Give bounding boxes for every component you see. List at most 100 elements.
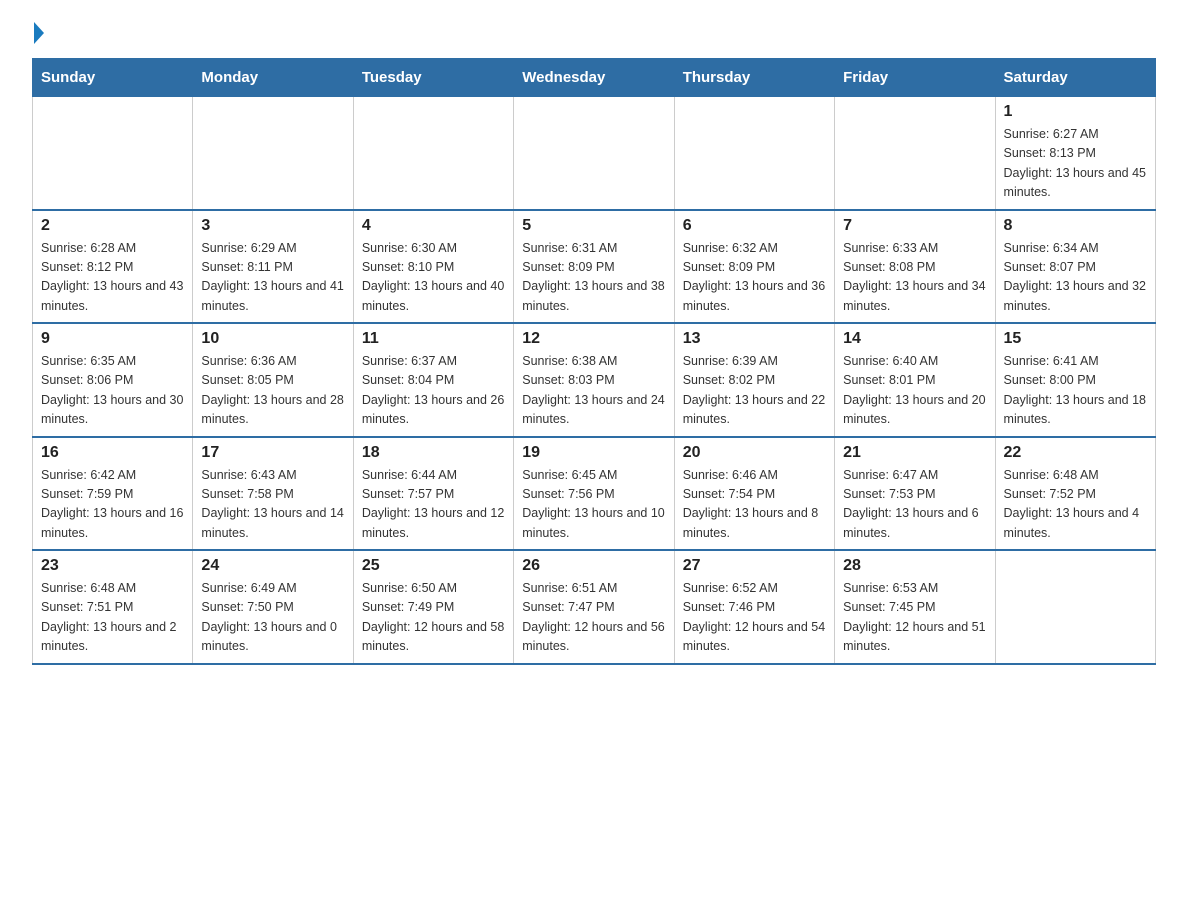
day-number: 2 bbox=[41, 217, 184, 235]
day-number: 22 bbox=[1004, 444, 1147, 462]
page-header bbox=[32, 24, 1156, 46]
day-number: 16 bbox=[41, 444, 184, 462]
day-info: Sunrise: 6:29 AMSunset: 8:11 PMDaylight:… bbox=[201, 239, 344, 317]
calendar-week-4: 16 Sunrise: 6:42 AMSunset: 7:59 PMDayligh… bbox=[33, 437, 1156, 551]
day-info: Sunrise: 6:34 AMSunset: 8:07 PMDaylight:… bbox=[1004, 239, 1147, 317]
calendar-cell: 19 Sunrise: 6:45 AMSunset: 7:56 PMDayligh… bbox=[514, 437, 674, 551]
day-info: Sunrise: 6:35 AMSunset: 8:06 PMDaylight:… bbox=[41, 352, 184, 430]
day-number: 14 bbox=[843, 330, 986, 348]
day-number: 13 bbox=[683, 330, 826, 348]
day-header-thursday: Thursday bbox=[674, 59, 834, 97]
logo bbox=[32, 24, 44, 46]
day-header-wednesday: Wednesday bbox=[514, 59, 674, 97]
day-number: 19 bbox=[522, 444, 665, 462]
day-number: 10 bbox=[201, 330, 344, 348]
day-number: 23 bbox=[41, 557, 184, 575]
calendar-cell: 15 Sunrise: 6:41 AMSunset: 8:00 PMDayligh… bbox=[995, 323, 1155, 437]
day-header-friday: Friday bbox=[835, 59, 995, 97]
calendar-cell: 22 Sunrise: 6:48 AMSunset: 7:52 PMDayligh… bbox=[995, 437, 1155, 551]
day-number: 9 bbox=[41, 330, 184, 348]
logo-arrow-icon bbox=[34, 22, 44, 44]
calendar-week-3: 9 Sunrise: 6:35 AMSunset: 8:06 PMDaylight… bbox=[33, 323, 1156, 437]
day-info: Sunrise: 6:33 AMSunset: 8:08 PMDaylight:… bbox=[843, 239, 986, 317]
calendar-table: SundayMondayTuesdayWednesdayThursdayFrid… bbox=[32, 58, 1156, 665]
day-info: Sunrise: 6:51 AMSunset: 7:47 PMDaylight:… bbox=[522, 579, 665, 657]
calendar-header: SundayMondayTuesdayWednesdayThursdayFrid… bbox=[33, 59, 1156, 97]
calendar-cell: 25Sunrise: 6:50 AMSunset: 7:49 PMDayligh… bbox=[353, 550, 513, 664]
day-number: 6 bbox=[683, 217, 826, 235]
calendar-cell bbox=[674, 97, 834, 210]
calendar-week-1: 1 Sunrise: 6:27 AMSunset: 8:13 PMDaylight… bbox=[33, 97, 1156, 210]
calendar-cell: 20 Sunrise: 6:46 AMSunset: 7:54 PMDayligh… bbox=[674, 437, 834, 551]
day-header-saturday: Saturday bbox=[995, 59, 1155, 97]
calendar-cell: 23 Sunrise: 6:48 AMSunset: 7:51 PMDayligh… bbox=[33, 550, 193, 664]
day-info: Sunrise: 6:45 AMSunset: 7:56 PMDaylight:… bbox=[522, 466, 665, 544]
day-info: Sunrise: 6:30 AMSunset: 8:10 PMDaylight:… bbox=[362, 239, 505, 317]
day-header-sunday: Sunday bbox=[33, 59, 193, 97]
calendar-cell bbox=[995, 550, 1155, 664]
day-info: Sunrise: 6:42 AMSunset: 7:59 PMDaylight:… bbox=[41, 466, 184, 544]
calendar-cell: 26 Sunrise: 6:51 AMSunset: 7:47 PMDayligh… bbox=[514, 550, 674, 664]
day-number: 28 bbox=[843, 557, 986, 575]
day-info: Sunrise: 6:41 AMSunset: 8:00 PMDaylight:… bbox=[1004, 352, 1147, 430]
calendar-week-5: 23 Sunrise: 6:48 AMSunset: 7:51 PMDayligh… bbox=[33, 550, 1156, 664]
calendar-cell: 14Sunrise: 6:40 AMSunset: 8:01 PMDayligh… bbox=[835, 323, 995, 437]
calendar-cell: 10 Sunrise: 6:36 AMSunset: 8:05 PMDayligh… bbox=[193, 323, 353, 437]
day-info: Sunrise: 6:38 AMSunset: 8:03 PMDaylight:… bbox=[522, 352, 665, 430]
day-number: 12 bbox=[522, 330, 665, 348]
calendar-cell: 2 Sunrise: 6:28 AMSunset: 8:12 PMDaylight… bbox=[33, 210, 193, 324]
day-number: 27 bbox=[683, 557, 826, 575]
calendar-cell: 12 Sunrise: 6:38 AMSunset: 8:03 PMDayligh… bbox=[514, 323, 674, 437]
calendar-cell: 16 Sunrise: 6:42 AMSunset: 7:59 PMDayligh… bbox=[33, 437, 193, 551]
day-info: Sunrise: 6:43 AMSunset: 7:58 PMDaylight:… bbox=[201, 466, 344, 544]
calendar-cell: 18Sunrise: 6:44 AMSunset: 7:57 PMDayligh… bbox=[353, 437, 513, 551]
calendar-cell: 5 Sunrise: 6:31 AMSunset: 8:09 PMDaylight… bbox=[514, 210, 674, 324]
calendar-cell: 1 Sunrise: 6:27 AMSunset: 8:13 PMDaylight… bbox=[995, 97, 1155, 210]
day-number: 25 bbox=[362, 557, 505, 575]
day-info: Sunrise: 6:44 AMSunset: 7:57 PMDaylight:… bbox=[362, 466, 505, 544]
day-info: Sunrise: 6:48 AMSunset: 7:51 PMDaylight:… bbox=[41, 579, 184, 657]
calendar-cell: 6 Sunrise: 6:32 AMSunset: 8:09 PMDaylight… bbox=[674, 210, 834, 324]
day-number: 7 bbox=[843, 217, 986, 235]
day-number: 26 bbox=[522, 557, 665, 575]
calendar-cell: 28 Sunrise: 6:53 AMSunset: 7:45 PMDayligh… bbox=[835, 550, 995, 664]
day-info: Sunrise: 6:27 AMSunset: 8:13 PMDaylight:… bbox=[1004, 125, 1147, 203]
day-info: Sunrise: 6:37 AMSunset: 8:04 PMDaylight:… bbox=[362, 352, 505, 430]
calendar-cell bbox=[514, 97, 674, 210]
day-info: Sunrise: 6:52 AMSunset: 7:46 PMDaylight:… bbox=[683, 579, 826, 657]
day-info: Sunrise: 6:46 AMSunset: 7:54 PMDaylight:… bbox=[683, 466, 826, 544]
day-number: 20 bbox=[683, 444, 826, 462]
calendar-cell: 24 Sunrise: 6:49 AMSunset: 7:50 PMDayligh… bbox=[193, 550, 353, 664]
calendar-cell: 17 Sunrise: 6:43 AMSunset: 7:58 PMDayligh… bbox=[193, 437, 353, 551]
header-row: SundayMondayTuesdayWednesdayThursdayFrid… bbox=[33, 59, 1156, 97]
day-number: 11 bbox=[362, 330, 505, 348]
day-number: 8 bbox=[1004, 217, 1147, 235]
calendar-cell: 9 Sunrise: 6:35 AMSunset: 8:06 PMDaylight… bbox=[33, 323, 193, 437]
day-info: Sunrise: 6:49 AMSunset: 7:50 PMDaylight:… bbox=[201, 579, 344, 657]
day-number: 3 bbox=[201, 217, 344, 235]
day-number: 24 bbox=[201, 557, 344, 575]
calendar-week-2: 2 Sunrise: 6:28 AMSunset: 8:12 PMDaylight… bbox=[33, 210, 1156, 324]
calendar-cell bbox=[193, 97, 353, 210]
day-info: Sunrise: 6:36 AMSunset: 8:05 PMDaylight:… bbox=[201, 352, 344, 430]
day-info: Sunrise: 6:28 AMSunset: 8:12 PMDaylight:… bbox=[41, 239, 184, 317]
day-number: 15 bbox=[1004, 330, 1147, 348]
day-number: 21 bbox=[843, 444, 986, 462]
day-info: Sunrise: 6:48 AMSunset: 7:52 PMDaylight:… bbox=[1004, 466, 1147, 544]
calendar-cell: 3 Sunrise: 6:29 AMSunset: 8:11 PMDaylight… bbox=[193, 210, 353, 324]
calendar-cell: 13 Sunrise: 6:39 AMSunset: 8:02 PMDayligh… bbox=[674, 323, 834, 437]
calendar-cell: 27 Sunrise: 6:52 AMSunset: 7:46 PMDayligh… bbox=[674, 550, 834, 664]
day-number: 17 bbox=[201, 444, 344, 462]
calendar-cell: 11 Sunrise: 6:37 AMSunset: 8:04 PMDayligh… bbox=[353, 323, 513, 437]
calendar-cell bbox=[353, 97, 513, 210]
day-header-tuesday: Tuesday bbox=[353, 59, 513, 97]
day-header-monday: Monday bbox=[193, 59, 353, 97]
day-info: Sunrise: 6:53 AMSunset: 7:45 PMDaylight:… bbox=[843, 579, 986, 657]
calendar-cell bbox=[33, 97, 193, 210]
day-info: Sunrise: 6:32 AMSunset: 8:09 PMDaylight:… bbox=[683, 239, 826, 317]
day-info: Sunrise: 6:31 AMSunset: 8:09 PMDaylight:… bbox=[522, 239, 665, 317]
day-number: 1 bbox=[1004, 103, 1147, 121]
day-info: Sunrise: 6:39 AMSunset: 8:02 PMDaylight:… bbox=[683, 352, 826, 430]
day-number: 5 bbox=[522, 217, 665, 235]
calendar-cell: 21Sunrise: 6:47 AMSunset: 7:53 PMDayligh… bbox=[835, 437, 995, 551]
